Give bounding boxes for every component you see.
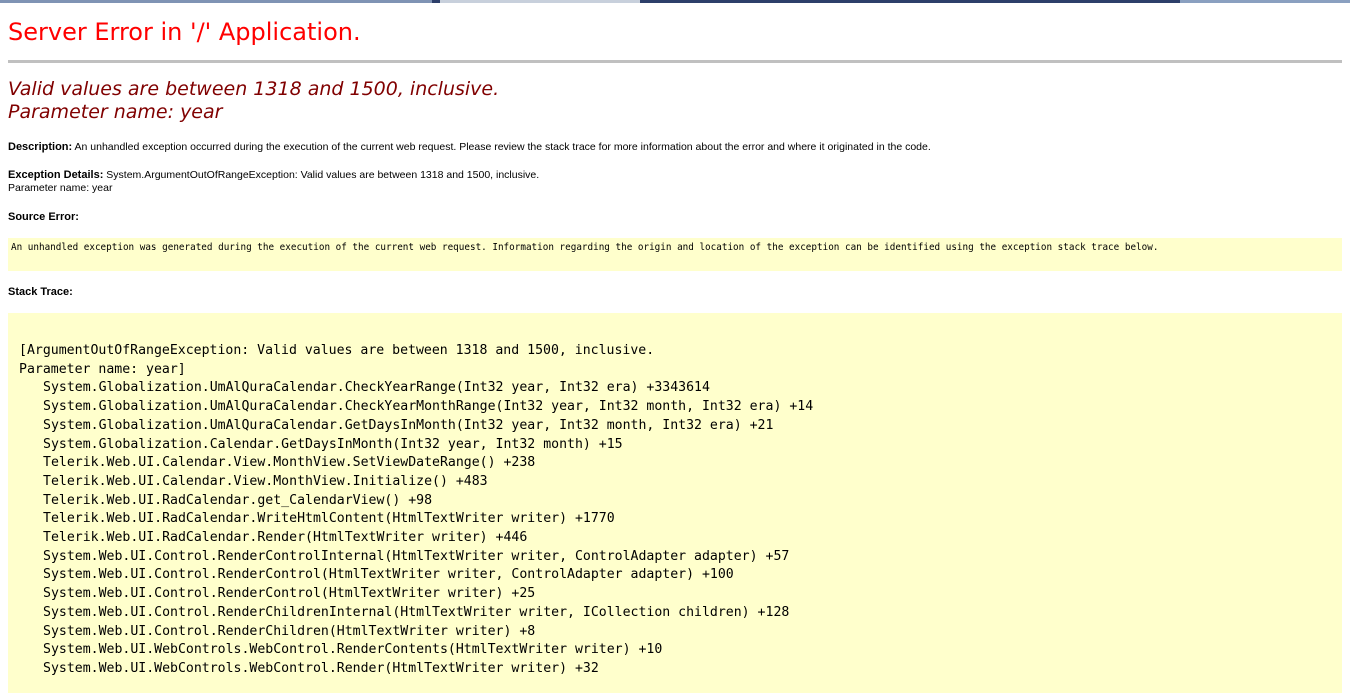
stack-trace-line: [ArgumentOutOfRangeException: Valid valu… [19, 343, 655, 358]
browser-top-strip [0, 0, 1350, 3]
stack-trace-section: Stack Trace: [8, 286, 73, 298]
browser-top-strip-segment [1180, 0, 1350, 3]
error-message: Valid values are between 1318 and 1500, … [8, 78, 499, 124]
stack-trace-line: System.Web.UI.WebControls.WebControl.Ren… [43, 660, 599, 676]
stack-trace-line: Telerik.Web.UI.Calendar.View.MonthView.S… [43, 455, 536, 471]
exception-details-parameter: Parameter name: year [8, 182, 113, 194]
stack-trace-line: Telerik.Web.UI.Calendar.View.MonthView.I… [43, 473, 488, 489]
stack-trace-line: System.Web.UI.Control.RenderControlInter… [43, 548, 790, 564]
source-error-text: An unhandled exception was generated dur… [11, 242, 1159, 253]
stack-trace-box: [ArgumentOutOfRangeException: Valid valu… [8, 313, 1342, 693]
error-message-line: Valid values are between 1318 and 1500, … [8, 78, 500, 100]
stack-trace-line: Telerik.Web.UI.RadCalendar.get_CalendarV… [43, 492, 433, 508]
error-message-line: Parameter name: year [8, 101, 223, 123]
stack-trace-line: Telerik.Web.UI.RadCalendar.Render(HtmlTe… [43, 530, 528, 546]
source-error-section: Source Error: [8, 211, 79, 223]
browser-top-strip-segment [440, 0, 640, 3]
source-error-box: An unhandled exception was generated dur… [8, 238, 1342, 271]
description-label: Description: [8, 141, 73, 153]
source-error-label: Source Error: [8, 211, 79, 223]
stack-trace-label: Stack Trace: [8, 286, 73, 298]
stack-trace-line: System.Globalization.UmAlQuraCalendar.Ge… [43, 417, 774, 433]
description-text: An unhandled exception occurred during t… [74, 141, 931, 153]
stack-trace-line: System.Web.UI.Control.RenderControl(Html… [43, 586, 536, 602]
horizontal-rule [8, 60, 1342, 63]
stack-trace-line: System.Web.UI.Control.RenderControl(Html… [43, 567, 734, 583]
stack-trace-line: System.Globalization.Calendar.GetDaysInM… [43, 436, 623, 452]
stack-trace-line: System.Web.UI.Control.RenderChildren(Htm… [43, 623, 536, 639]
stack-trace-line: Telerik.Web.UI.RadCalendar.WriteHtmlCont… [43, 511, 615, 527]
exception-details-section: Exception Details: System.ArgumentOutOfR… [8, 169, 539, 195]
stack-trace-text: [ArgumentOutOfRangeException: Valid valu… [8, 313, 1342, 679]
exception-details-text: System.ArgumentOutOfRangeException: Vali… [106, 169, 540, 181]
page-title: Server Error in '/' Application. [8, 18, 361, 46]
description-section: Description: An unhandled exception occu… [8, 141, 931, 153]
exception-details-label: Exception Details: [8, 169, 104, 181]
stack-trace-line: System.Web.UI.Control.RenderChildrenInte… [43, 604, 790, 620]
stack-trace-line: System.Web.UI.WebControls.WebControl.Ren… [43, 642, 663, 658]
stack-trace-line: Parameter name: year] [19, 361, 186, 377]
stack-trace-line: System.Globalization.UmAlQuraCalendar.Ch… [43, 380, 710, 396]
stack-trace-line: System.Globalization.UmAlQuraCalendar.Ch… [43, 399, 814, 415]
